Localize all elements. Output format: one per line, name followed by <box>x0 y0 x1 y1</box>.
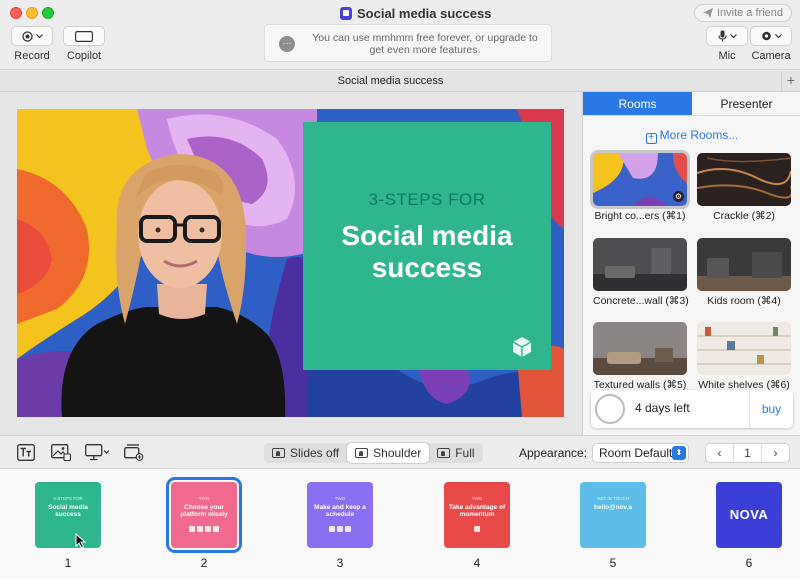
room-concrete-wall[interactable]: Concrete...wall (⌘3) <box>593 238 689 307</box>
title-bar: Social media success Invite a friend Rec… <box>0 0 800 70</box>
tab-presenter[interactable]: Presenter <box>692 92 800 116</box>
slides-off-button[interactable]: Slides off <box>264 443 347 463</box>
slide-thumb-6[interactable]: NOVA <box>716 482 782 548</box>
document-tab-bar: Social media success + <box>0 71 800 92</box>
minimize-window-button[interactable] <box>26 7 38 19</box>
appearance-label: Appearance: <box>519 446 588 460</box>
microphone-icon <box>717 30 727 42</box>
shoulder-icon <box>355 448 369 458</box>
room-bright-colors[interactable]: ⚙ Bright co...ers (⌘1) <box>590 150 690 222</box>
room-white-shelves[interactable]: White shelves (⌘6) <box>697 322 791 391</box>
room-label: Crackle (⌘2) <box>713 210 775 222</box>
slide-thumb-1[interactable]: 3-STEPS FOR Social media success <box>35 482 101 548</box>
trial-progress-ring <box>595 394 625 424</box>
chat-bubble-icon: ··· <box>279 36 295 52</box>
camera-label: Camera <box>751 50 791 62</box>
slide-thumb-3[interactable]: TWO Make and keep a schedule <box>307 482 373 548</box>
slide-number: 1 <box>64 556 72 570</box>
room-label: Kids room (⌘4) <box>707 295 781 307</box>
upgrade-banner[interactable]: ··· You can use mmhmm free forever, or u… <box>264 24 552 62</box>
mouse-cursor-icon <box>75 533 87 549</box>
tab-rooms[interactable]: Rooms <box>583 92 692 116</box>
mmhmm-app-icon <box>340 7 352 20</box>
upgrade-banner-text: You can use mmhmm free forever, or upgra… <box>312 32 538 56</box>
slide-number: 6 <box>745 556 753 570</box>
record-label: Record <box>14 50 50 62</box>
room-thumbnail <box>697 322 791 375</box>
rooms-panel: Rooms Presenter + More Rooms... ⚙ Bright … <box>582 92 800 435</box>
record-button[interactable] <box>11 26 53 46</box>
plus-square-icon: + <box>645 133 657 144</box>
calendar-icons <box>325 526 355 533</box>
slide-strip: 3-STEPS FOR Social media success 1 TWO C… <box>0 468 800 579</box>
slide-title: Social media success <box>341 220 513 283</box>
camera-icon <box>761 31 771 40</box>
room-crackle[interactable]: Crackle (⌘2) <box>697 153 791 222</box>
close-window-button[interactable] <box>10 7 22 19</box>
page-number: 1 <box>733 444 762 462</box>
chevron-down-icon <box>729 33 737 38</box>
slides-off-icon <box>272 448 285 458</box>
document-tab[interactable]: Social media success <box>0 71 781 91</box>
more-rooms-link[interactable]: + More Rooms... <box>583 128 800 144</box>
slide-pager: ‹ 1 › <box>705 443 790 463</box>
mic-button[interactable] <box>706 26 748 46</box>
room-kids-room[interactable]: Kids room (⌘4) <box>697 238 791 307</box>
slide-number: 5 <box>609 556 617 570</box>
slide-kicker: 3-STEPS FOR <box>368 190 486 209</box>
new-tab-button[interactable]: + <box>781 71 800 91</box>
room-thumbnail <box>697 238 791 291</box>
copilot-label: Copilot <box>66 50 102 62</box>
zoom-window-button[interactable] <box>42 7 54 19</box>
slide-card[interactable]: 3-STEPS FOR Social media success <box>303 122 551 370</box>
gear-icon[interactable]: ⚙ <box>673 191 684 202</box>
rocket-icon <box>462 526 492 533</box>
paper-plane-icon <box>702 8 713 18</box>
slide-number: 4 <box>473 556 481 570</box>
previous-slide-button[interactable]: ‹ <box>706 444 733 462</box>
record-icon <box>21 30 33 42</box>
chevron-down-icon <box>35 33 43 38</box>
text-icon[interactable] <box>17 444 35 461</box>
image-icon[interactable] <box>51 444 71 461</box>
shoulder-button[interactable]: Shoulder <box>347 443 430 463</box>
slide-thumb-5[interactable]: GET IN TOUCH hello@nov.a <box>580 482 646 548</box>
room-label: Bright co...ers (⌘1) <box>594 210 686 222</box>
full-icon <box>437 448 451 458</box>
trial-banner: 4 days left buy <box>591 390 793 428</box>
room-thumbnail: ⚙ <box>590 150 690 209</box>
slide-number: 2 <box>200 556 208 570</box>
buy-button[interactable]: buy <box>749 390 793 428</box>
invite-friend-button[interactable]: Invite a friend <box>693 4 792 22</box>
room-thumbnail <box>593 238 687 291</box>
slide-number: 3 <box>336 556 344 570</box>
room-thumbnail <box>593 322 687 375</box>
add-slide-icon[interactable] <box>124 444 144 461</box>
cube-logo-icon <box>512 337 532 357</box>
bottom-toolbar: Slides off Shoulder Full Appearance: Roo… <box>0 435 800 468</box>
copilot-button[interactable] <box>63 26 105 46</box>
room-label: Concrete...wall (⌘3) <box>593 295 689 307</box>
copilot-window-icon <box>75 30 93 42</box>
screen-share-icon[interactable] <box>85 444 109 461</box>
slide-thumb-4[interactable]: TWO Take advantage of momentum <box>444 482 510 548</box>
window-title: Social media success <box>340 6 491 21</box>
stage-preview[interactable]: 3-STEPS FOR Social media success <box>17 109 564 417</box>
panel-tabs: Rooms Presenter <box>583 92 800 116</box>
stage-area: 3-STEPS FOR Social media success <box>0 92 582 435</box>
slide-mode-segmented-control: Slides off Shoulder Full <box>264 443 483 463</box>
chevron-down-icon <box>774 33 782 38</box>
camera-button[interactable] <box>750 26 792 46</box>
room-thumbnail <box>697 153 791 206</box>
slide-thumb-2[interactable]: TWO Choose your platform wisely <box>166 477 242 553</box>
updown-chevron-icon: ⬍ <box>672 446 686 460</box>
next-slide-button[interactable]: › <box>762 444 789 462</box>
trial-days-left: 4 days left <box>635 401 690 415</box>
social-icons <box>189 526 219 533</box>
mic-label: Mic <box>718 50 736 62</box>
appearance-select[interactable]: Room Default ⬍ <box>592 443 689 463</box>
full-button[interactable]: Full <box>429 443 482 463</box>
room-textured-walls[interactable]: Textured walls (⌘5) <box>593 322 687 391</box>
